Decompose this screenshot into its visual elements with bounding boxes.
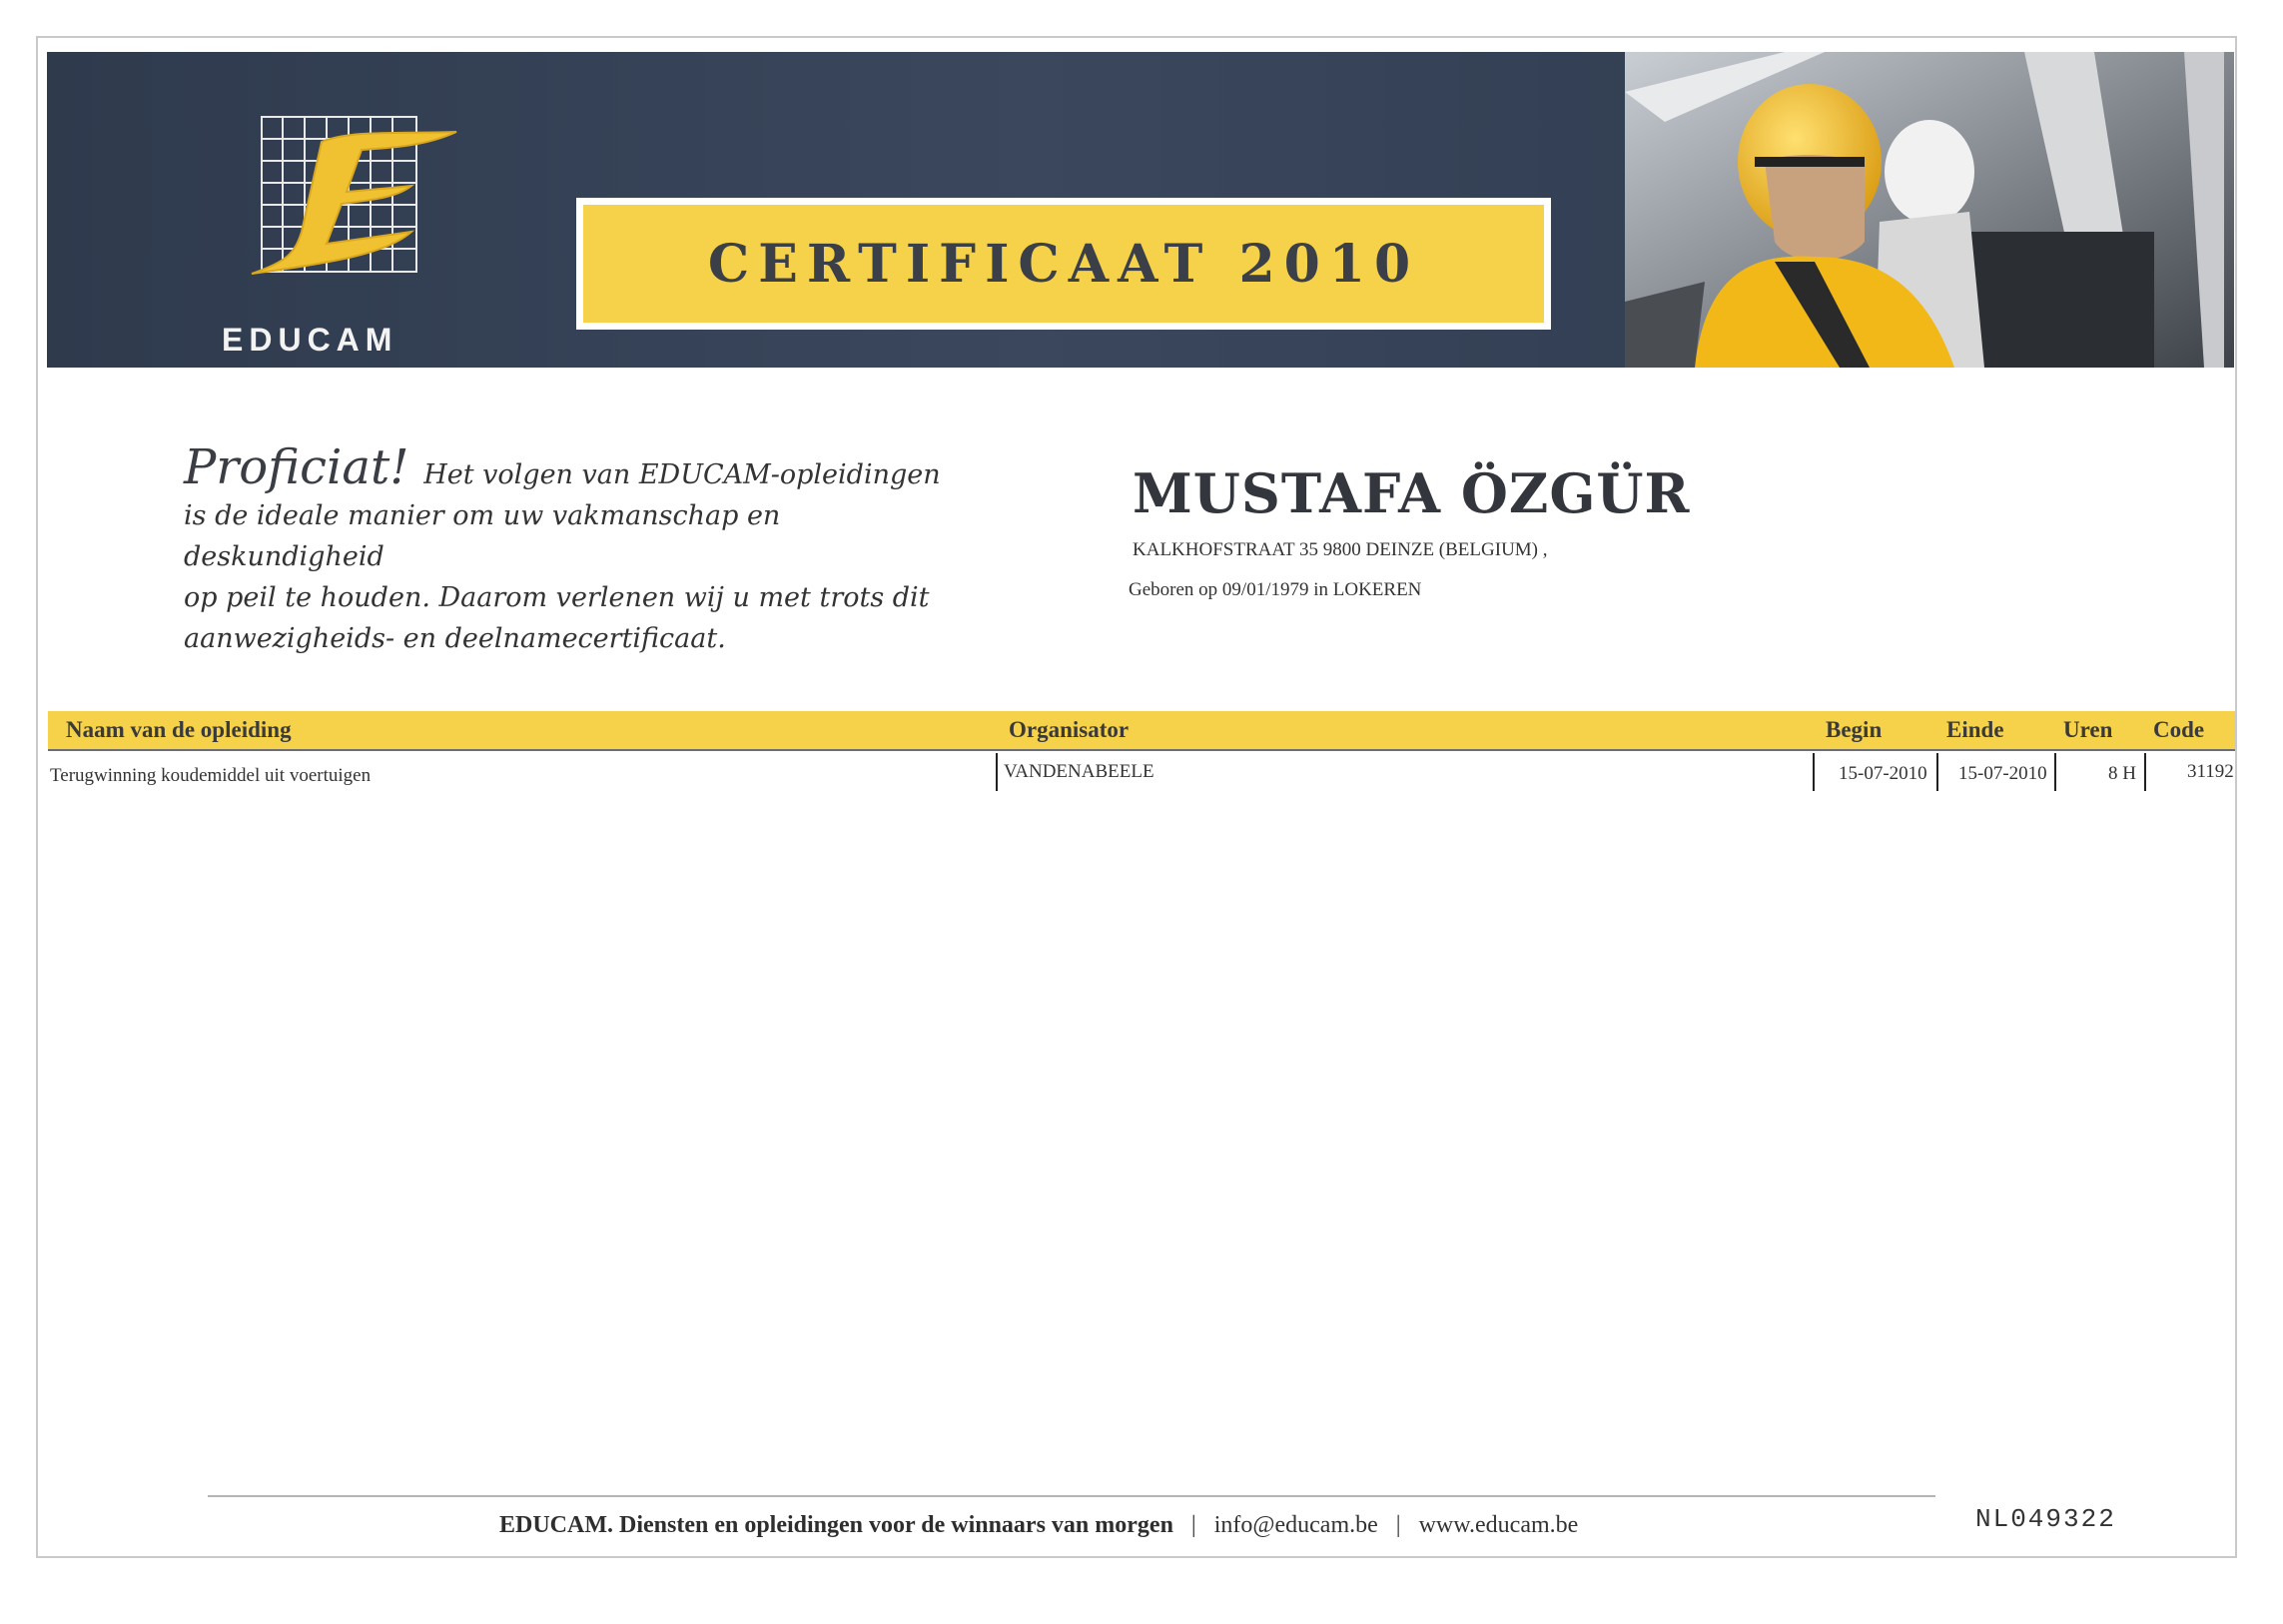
congratulation-text: Proficiat! Het volgen van EDUCAM-opleidi…	[184, 443, 963, 659]
recipient-name: MUSTAFA ÖZGÜR	[1133, 461, 1691, 525]
logo-wordmark: EDUCAM	[222, 322, 398, 358]
column-divider	[996, 753, 998, 791]
cell-end: 15-07-2010	[1958, 763, 2047, 784]
col-header-hours: Uren	[2063, 717, 2113, 742]
footer: EDUCAM. Diensten en opleidingen voor de …	[499, 1512, 1578, 1539]
intro-line-1: Het volgen van EDUCAM-opleidingen	[423, 459, 941, 490]
intro-line-4: aanwezigheids- en deelnamecertificaat.	[184, 623, 726, 654]
col-header-begin: Begin	[1826, 717, 1883, 742]
intro-line-3: op peil te houden. Daarom verlenen wij u…	[184, 582, 930, 613]
cell-course: Terugwinning koudemiddel uit voertuigen	[50, 765, 372, 786]
recipient-address: KALKHOFSTRAAT 35 9800 DEINZE (BELGIUM) ,	[1133, 539, 1548, 560]
column-divider	[1936, 753, 1938, 791]
certificate-title-box: CERTIFICAAT 2010	[576, 198, 1551, 330]
col-header-end: Einde	[1946, 717, 2004, 742]
footer-email-link[interactable]: info@educam.be	[1214, 1512, 1378, 1538]
cell-code: 31192	[2187, 761, 2234, 782]
recipient-block: MUSTAFA ÖZGÜR KALKHOFSTRAAT 35 9800 DEIN…	[1129, 461, 1691, 601]
footer-website-link[interactable]: www.educam.be	[1419, 1512, 1579, 1538]
footer-tagline: EDUCAM. Diensten en opleidingen voor de …	[499, 1512, 1173, 1538]
table-header: Naam van de opleiding Organisator Begin …	[48, 711, 2235, 751]
cell-begin: 15-07-2010	[1839, 763, 1927, 784]
column-divider	[2144, 753, 2146, 791]
col-header-organizer: Organisator	[1009, 717, 1130, 742]
certificate-title: CERTIFICAAT 2010	[707, 233, 1420, 295]
intro-line-2: is de ideale manier om uw vakmanschap en…	[184, 500, 781, 572]
table-row: Terugwinning koudemiddel uit voertuigen …	[48, 755, 2235, 795]
proficiat-heading: Proficiat!	[184, 439, 409, 495]
col-header-course: Naam van de opleiding	[66, 717, 292, 742]
col-header-code: Code	[2153, 717, 2205, 742]
cell-hours: 8 H	[2108, 763, 2136, 784]
footer-separator: |	[1395, 1512, 1401, 1538]
recipient-birth-info: Geboren op 09/01/1979 in LOKEREN	[1129, 579, 1422, 600]
footer-rule	[208, 1495, 1935, 1497]
column-divider	[1813, 753, 1815, 791]
footer-separator: |	[1190, 1512, 1196, 1538]
column-divider	[2054, 753, 2056, 791]
cell-organizer: VANDENABEELE	[1004, 761, 1154, 782]
racing-driver-photo	[1625, 52, 2234, 368]
document-number: NL049322	[1975, 1504, 2116, 1534]
